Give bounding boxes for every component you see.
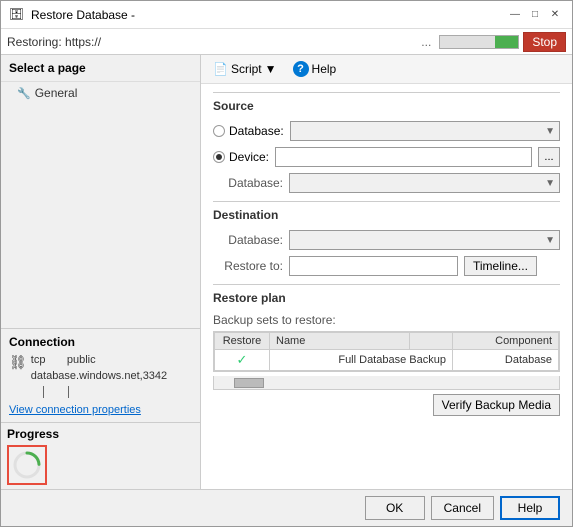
- browse-button[interactable]: ...: [538, 147, 560, 167]
- conn-line2: [68, 386, 69, 398]
- right-panel: 📄 Script ▼ ? Help Source Da: [201, 55, 572, 489]
- help-circle-icon: ?: [293, 61, 309, 77]
- verify-btn-container: Verify Backup Media: [213, 394, 560, 416]
- restore-to-input[interactable]: The last back: [289, 256, 458, 276]
- restore-to-label: Restore to:: [213, 259, 283, 273]
- col-name: Name: [270, 333, 410, 350]
- script-button[interactable]: 📄 Script ▼: [209, 60, 281, 78]
- left-panel: Select a page 🔧 General Connection ⛓ tcp…: [1, 55, 201, 489]
- window-controls: — □ ✕: [506, 6, 564, 24]
- view-connection-link[interactable]: View connection properties: [9, 404, 192, 416]
- dest-database-label: Database:: [213, 233, 283, 247]
- script-label: Script: [231, 62, 262, 76]
- database-source-label: Database:: [229, 124, 284, 138]
- stop-button[interactable]: Stop: [523, 32, 566, 52]
- form-content: Source Database: ▼: [201, 84, 572, 489]
- database-dest-select[interactable]: ▼: [289, 173, 560, 193]
- backup-table: Restore Name Component ✓: [214, 332, 559, 371]
- cancel-button[interactable]: Cancel: [431, 496, 494, 520]
- conn-separator: [31, 386, 167, 398]
- source-section: Source Database: ▼: [213, 92, 560, 193]
- bottom-bar: OK Cancel Help: [1, 489, 572, 526]
- top-progress-bar: [439, 35, 519, 49]
- verify-backup-button[interactable]: Verify Backup Media: [433, 394, 560, 416]
- database-radio[interactable]: [213, 125, 225, 137]
- source-title: Source: [213, 99, 560, 113]
- conn-type-server: tcp public: [31, 353, 167, 368]
- progress-circle-container: [7, 445, 47, 485]
- top-status-bar: Restoring: https:// ... Stop: [1, 29, 572, 55]
- destination-title: Destination: [213, 208, 560, 222]
- bottom-help-button[interactable]: Help: [500, 496, 560, 520]
- database-source-select[interactable]: ▼: [290, 121, 560, 141]
- cell-name: Full Database Backup: [270, 350, 453, 371]
- connection-section: Connection ⛓ tcp public database.windows…: [1, 328, 200, 422]
- help-button[interactable]: ? Help: [289, 59, 341, 79]
- progress-header: Progress: [7, 427, 194, 441]
- restoring-label: Restoring: https://: [7, 35, 417, 49]
- database-radio-option[interactable]: Database:: [213, 124, 284, 138]
- device-input[interactable]: https://: [275, 147, 532, 167]
- database-select-arrow: ▼: [545, 126, 555, 137]
- restore-plan-section: Restore plan Backup sets to restore: Res…: [213, 284, 560, 416]
- col-component: Component: [452, 333, 558, 350]
- script-icon: 📄: [213, 62, 228, 76]
- conn-type: tcp: [31, 354, 46, 366]
- destination-section: Destination Database: ▼ Restore to: The …: [213, 201, 560, 276]
- minimize-button[interactable]: —: [506, 6, 524, 24]
- select-page-header: Select a page: [1, 55, 200, 82]
- window-icon: 🗄: [9, 7, 25, 23]
- window-title: Restore Database -: [31, 8, 506, 22]
- wrench-icon: 🔧: [17, 87, 31, 100]
- scrollbar-thumb[interactable]: [234, 378, 264, 388]
- progress-spinner: [11, 449, 43, 481]
- close-button[interactable]: ✕: [546, 6, 564, 24]
- cell-restore-check: ✓: [215, 350, 270, 371]
- cell-component: Database: [452, 350, 558, 371]
- db-dest-arrow: ▼: [545, 178, 555, 189]
- network-icon: ⛓: [9, 354, 27, 371]
- main-content: Select a page 🔧 General Connection ⛓ tcp…: [1, 55, 572, 489]
- progress-section: Progress: [1, 422, 200, 489]
- device-radio-option[interactable]: Device:: [213, 150, 269, 164]
- script-help-toolbar: 📄 Script ▼ ? Help: [201, 55, 572, 84]
- dest-database-row: Database: ▼: [213, 230, 560, 250]
- maximize-button[interactable]: □: [526, 6, 544, 24]
- sidebar-item-label: General: [35, 86, 78, 100]
- horizontal-scrollbar[interactable]: [213, 376, 560, 390]
- check-icon: ✓: [237, 352, 248, 367]
- table-header-row: Restore Name Component: [215, 333, 559, 350]
- device-label: Device:: [229, 150, 269, 164]
- conn-details: tcp public database.windows.net,3342: [31, 353, 167, 400]
- script-dropdown-arrow: ▼: [265, 62, 277, 76]
- ok-button[interactable]: OK: [365, 496, 425, 520]
- backup-sets-label: Backup sets to restore:: [213, 313, 560, 327]
- connection-info: ⛓ tcp public database.windows.net,3342: [9, 353, 192, 400]
- restore-database-window: 🗄 Restore Database - — □ ✕ Restoring: ht…: [0, 0, 573, 527]
- left-panel-spacer: [1, 104, 200, 328]
- restore-plan-title: Restore plan: [213, 291, 560, 305]
- device-row: Device: https:// ...: [213, 147, 560, 167]
- database-dest-row: Database: ▼: [213, 173, 560, 193]
- title-bar: 🗄 Restore Database - — □ ✕: [1, 1, 572, 29]
- database-source-row: Database: ▼: [213, 121, 560, 141]
- timeline-button[interactable]: Timeline...: [464, 256, 537, 276]
- backup-table-container[interactable]: Restore Name Component ✓: [213, 331, 560, 372]
- conn-line: [43, 386, 44, 398]
- conn-database: database.windows.net,3342: [31, 369, 167, 384]
- dest-database-select[interactable]: ▼: [289, 230, 560, 250]
- progress-fill: [495, 36, 518, 48]
- database-dest-label: Database:: [213, 176, 283, 190]
- dest-db-arrow: ▼: [545, 235, 555, 246]
- sidebar-item-general[interactable]: 🔧 General: [1, 82, 200, 104]
- progress-dots: ...: [421, 35, 431, 49]
- connection-header: Connection: [9, 335, 192, 349]
- conn-server: public: [67, 354, 96, 366]
- help-label: Help: [312, 62, 337, 76]
- device-radio[interactable]: [213, 151, 225, 163]
- col-empty: [409, 333, 452, 350]
- table-row[interactable]: ✓ Full Database Backup Database: [215, 350, 559, 371]
- restore-to-row: Restore to: The last back Timeline...: [213, 256, 560, 276]
- col-restore: Restore: [215, 333, 270, 350]
